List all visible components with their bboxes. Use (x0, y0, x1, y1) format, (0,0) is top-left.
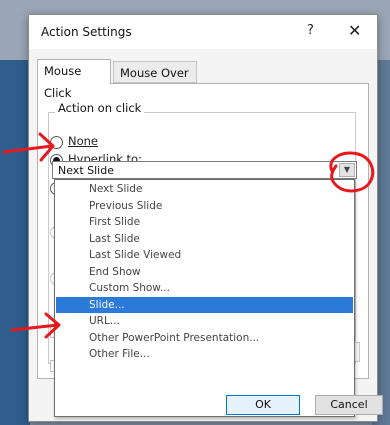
tab-mouse-click[interactable]: Mouse Click (37, 59, 111, 100)
annotation-arrow-hyperlink (2, 132, 55, 162)
annotation-arrow-slide (10, 312, 61, 339)
annotation-circle-dropdown (329, 151, 375, 193)
